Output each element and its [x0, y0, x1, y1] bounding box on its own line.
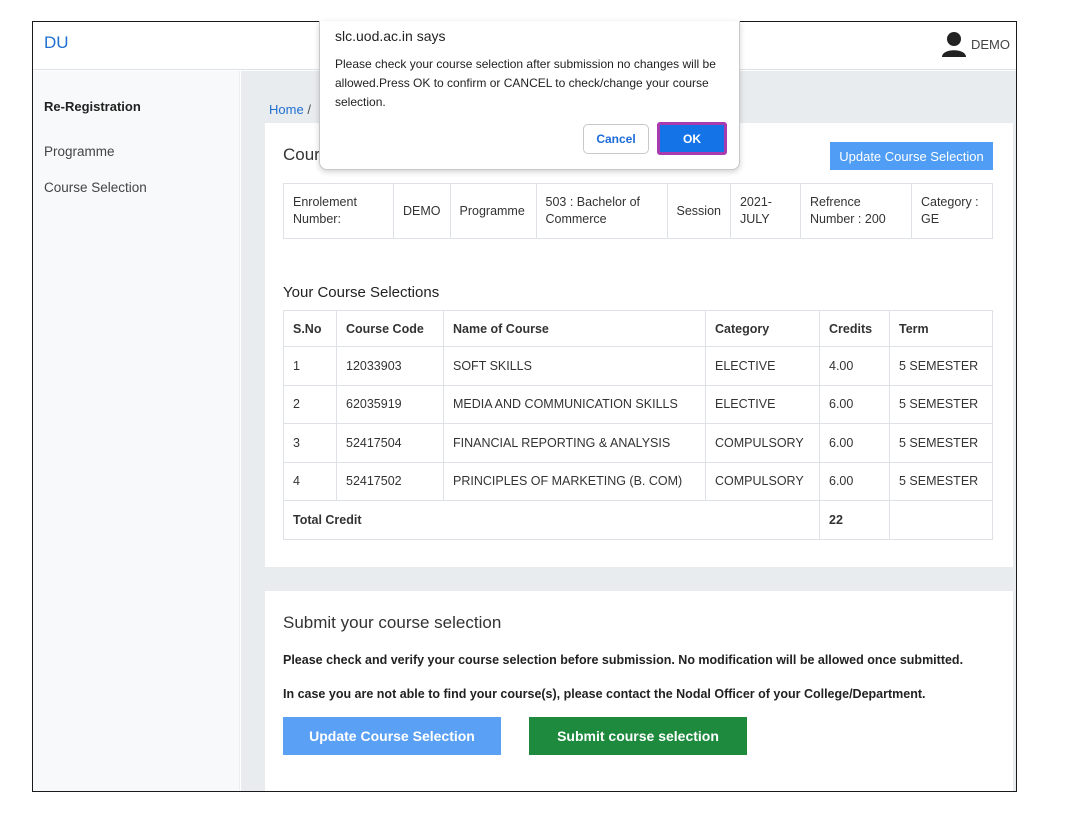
table-row: 4 52417502 PRINCIPLES OF MARKETING (B. C…	[283, 461, 993, 501]
cell-credits: 6.00	[819, 423, 890, 463]
session-value: 2021-JULY	[729, 183, 801, 239]
cell-credits: 4.00	[819, 346, 890, 386]
dialog-cancel-button[interactable]: Cancel	[583, 124, 649, 154]
breadcrumb-home[interactable]: Home	[269, 102, 304, 117]
programme-label: Programme	[449, 183, 537, 239]
dialog-title: slc.uod.ac.in says	[335, 28, 446, 44]
programme-value: 503 : Bachelor of Commerce	[535, 183, 668, 239]
brand-logo[interactable]: DU	[44, 33, 69, 53]
user-menu[interactable]: DEMO	[941, 30, 1010, 58]
cell-course-name: SOFT SKILLS	[443, 346, 706, 386]
table-row: 3 52417504 FINANCIAL REPORTING & ANALYSI…	[283, 423, 993, 463]
contact-note: In case you are not able to find your co…	[283, 687, 926, 701]
course-selection-card: Cour Update Course Selection Enrolement …	[265, 123, 1013, 567]
breadcrumb-separator: /	[307, 102, 311, 117]
table-row: 1 12033903 SOFT SKILLS ELECTIVE 4.00 5 S…	[283, 346, 993, 386]
table-row: 2 62035919 MEDIA AND COMMUNICATION SKILL…	[283, 384, 993, 424]
cell-category: COMPULSORY	[705, 461, 820, 501]
total-empty-cell	[889, 500, 993, 540]
col-course-name: Name of Course	[443, 310, 706, 347]
verification-note: Please check and verify your course sele…	[283, 653, 964, 667]
update-course-selection-top-button[interactable]: Update Course Selection	[830, 142, 993, 170]
info-row: Enrolement Number: DEMO Programme 503 : …	[283, 183, 994, 239]
col-credits: Credits	[819, 310, 890, 347]
enrolment-value: DEMO	[393, 183, 451, 239]
session-label: Session	[666, 183, 731, 239]
cell-credits: 6.00	[819, 384, 890, 424]
breadcrumb: Home /	[269, 102, 311, 117]
cell-course-code: 52417504	[336, 423, 444, 463]
cell-sno: 3	[283, 423, 337, 463]
col-sno: S.No	[283, 310, 337, 347]
col-category: Category	[705, 310, 820, 347]
cell-sno: 4	[283, 461, 337, 501]
cell-credits: 6.00	[819, 461, 890, 501]
courses-section-title: Your Course Selections	[283, 284, 440, 301]
cell-category: ELECTIVE	[705, 346, 820, 386]
table-header-row: S.No Course Code Name of Course Category…	[283, 310, 993, 347]
total-credit-label: Total Credit	[283, 500, 820, 540]
cell-course-code: 62035919	[336, 384, 444, 424]
cell-course-name: PRINCIPLES OF MARKETING (B. COM)	[443, 461, 706, 501]
sidebar-item-course-selection[interactable]: Course Selection	[44, 180, 147, 195]
total-credit-value: 22	[819, 500, 890, 540]
enrolment-label: Enrolement Number:	[283, 183, 394, 239]
user-name: DEMO	[971, 36, 1010, 52]
category-value: Category : GE	[910, 183, 994, 239]
cell-term: 5 SEMESTER	[889, 384, 993, 424]
col-term: Term	[889, 310, 993, 347]
sidebar-heading: Re-Registration	[44, 99, 141, 114]
total-row: Total Credit 22	[283, 500, 993, 540]
submit-course-selection-button[interactable]: Submit course selection	[529, 717, 747, 755]
submit-card: Submit your course selection Please chec…	[265, 591, 1013, 791]
cell-category: COMPULSORY	[705, 423, 820, 463]
submit-section-title: Submit your course selection	[283, 613, 502, 632]
cell-category: ELECTIVE	[705, 384, 820, 424]
cell-sno: 1	[283, 346, 337, 386]
dialog-message: Please check your course selection after…	[335, 57, 716, 109]
student-info-table: Enrolement Number: DEMO Programme 503 : …	[283, 183, 994, 239]
courses-table: S.No Course Code Name of Course Category…	[283, 310, 993, 540]
dialog-ok-button[interactable]: OK	[657, 122, 727, 155]
sidebar-item-programme[interactable]: Programme	[44, 144, 115, 159]
card-title: Cour	[283, 145, 320, 164]
cell-course-name: FINANCIAL REPORTING & ANALYSIS	[443, 423, 706, 463]
col-course-code: Course Code	[336, 310, 444, 347]
cell-sno: 2	[283, 384, 337, 424]
cell-course-name: MEDIA AND COMMUNICATION SKILLS	[443, 384, 706, 424]
cell-term: 5 SEMESTER	[889, 346, 993, 386]
user-avatar-icon	[941, 30, 967, 58]
cell-term: 5 SEMESTER	[889, 423, 993, 463]
sidebar: Re-Registration Programme Course Selecti…	[33, 71, 240, 791]
reference-number: Refrence Number : 200	[799, 183, 912, 239]
cell-course-code: 12033903	[336, 346, 444, 386]
cell-term: 5 SEMESTER	[889, 461, 993, 501]
cell-course-code: 52417502	[336, 461, 444, 501]
main-content: Home / Cour Update Course Selection Enro…	[241, 71, 1016, 791]
update-course-selection-button[interactable]: Update Course Selection	[283, 717, 501, 755]
confirm-dialog: slc.uod.ac.in says Please check your cou…	[319, 21, 740, 170]
